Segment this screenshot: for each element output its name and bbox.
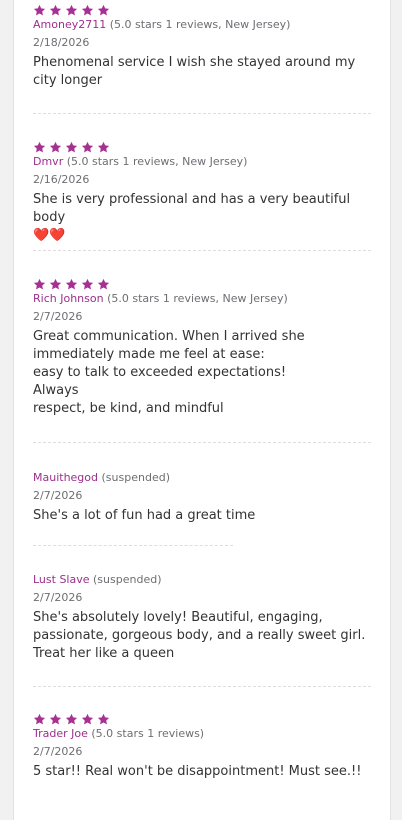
star-icon: [33, 4, 46, 15]
review-date: 2/7/2026: [33, 745, 83, 758]
star-icon: [81, 278, 94, 289]
reviewer-name-link[interactable]: Lust Slave: [33, 573, 90, 586]
review-text: 5 star!! Real won't be disappointment! M…: [33, 764, 362, 779]
review-text: Phenomenal service I wish she stayed aro…: [33, 55, 356, 88]
star-icon: [81, 713, 94, 724]
star-icon: [97, 4, 110, 15]
star-icon: [97, 141, 110, 152]
review-item: Amoney2711 (5.0 stars 1 reviews, New Jer…: [33, 2, 371, 90]
reviewer-name-link[interactable]: Mauithegod: [33, 471, 98, 484]
review-meta: Mauithegod (suspended): [33, 471, 371, 485]
review-divider: [33, 113, 371, 114]
star-icon: [97, 713, 110, 724]
review-item: Rich Johnson (5.0 stars 1 reviews, New J…: [33, 276, 371, 418]
star-icon: [49, 278, 62, 289]
review-meta: Trader Joe (5.0 stars 1 reviews): [33, 727, 371, 741]
star-icon: [65, 278, 78, 289]
star-icon: [65, 141, 78, 152]
heart-emoji-icon: ❤️❤️: [33, 228, 66, 243]
star-icon: [81, 141, 94, 152]
review-date: 2/7/2026: [33, 489, 83, 502]
reviewer-details: (5.0 stars 1 reviews, New Jersey): [109, 18, 291, 31]
reviewer-name-link[interactable]: Trader Joe: [33, 727, 88, 740]
star-icon: [97, 278, 110, 289]
star-icon: [33, 141, 46, 152]
star-rating: [33, 711, 371, 727]
review-item: Lust Slave (suspended) 2/7/2026 She's ab…: [33, 573, 371, 663]
review-item: Trader Joe (5.0 stars 1 reviews) 2/7/202…: [33, 711, 371, 781]
review-text: She's absolutely lovely! Beautiful, enga…: [33, 610, 366, 661]
star-rating: [33, 276, 371, 292]
review-divider: [33, 250, 371, 251]
review-divider: [33, 545, 233, 546]
review-meta: Lust Slave (suspended): [33, 573, 371, 587]
star-icon: [65, 713, 78, 724]
review-divider: [33, 686, 371, 687]
review-text: She's a lot of fun had a great time: [33, 508, 256, 523]
review-text: Great communication. When I arrived she …: [33, 329, 305, 416]
review-text: She is very professional and has a very …: [33, 191, 371, 245]
star-rating: [33, 2, 371, 18]
review-text-body: She is very professional and has a very …: [33, 192, 351, 225]
review-meta: Amoney2711 (5.0 stars 1 reviews, New Jer…: [33, 18, 371, 32]
star-rating: [33, 139, 371, 155]
star-icon: [49, 4, 62, 15]
star-icon: [49, 713, 62, 724]
reviewer-details: (5.0 stars 1 reviews, New Jersey): [107, 292, 288, 305]
review-date: 2/18/2026: [33, 36, 90, 49]
reviewer-details: (5.0 stars 1 reviews): [91, 727, 205, 740]
review-meta: Dmvr (5.0 stars 1 reviews, New Jersey): [33, 155, 371, 169]
star-icon: [65, 4, 78, 15]
review-item: Mauithegod (suspended) 2/7/2026 She's a …: [33, 471, 371, 525]
star-icon: [33, 278, 46, 289]
star-icon: [49, 141, 62, 152]
review-meta: Rich Johnson (5.0 stars 1 reviews, New J…: [33, 292, 371, 306]
star-icon: [81, 4, 94, 15]
reviewer-details: (5.0 stars 1 reviews, New Jersey): [66, 155, 248, 168]
review-item: Dmvr (5.0 stars 1 reviews, New Jersey) 2…: [33, 139, 371, 245]
review-date: 2/7/2026: [33, 310, 83, 323]
star-icon: [33, 713, 46, 724]
reviewer-details: (suspended): [101, 471, 170, 484]
reviewer-name-link[interactable]: Amoney2711: [33, 18, 106, 31]
review-date: 2/7/2026: [33, 591, 83, 604]
reviewer-details: (suspended): [93, 573, 162, 586]
reviewer-name-link[interactable]: Dmvr: [33, 155, 63, 168]
review-divider: [33, 442, 371, 443]
reviewer-name-link[interactable]: Rich Johnson: [33, 292, 104, 305]
review-date: 2/16/2026: [33, 173, 90, 186]
